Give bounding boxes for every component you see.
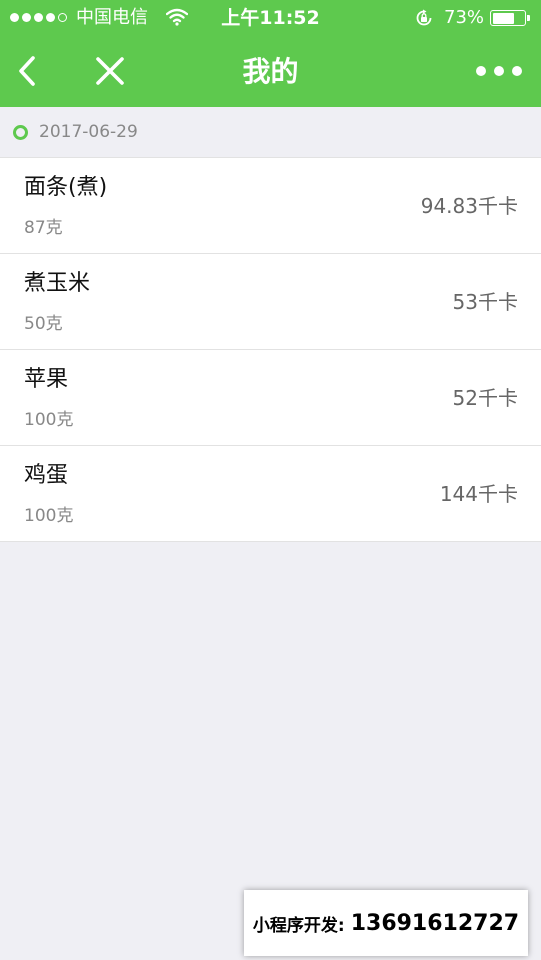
page-title: 我的 [242,55,299,88]
food-name: 苹果 [24,367,69,392]
food-calories: 52千卡 [452,386,518,410]
rotation-lock-icon [416,9,432,26]
food-list-item[interactable]: 面条(煮) 87克 94.83千卡 [0,158,541,254]
food-list-item[interactable]: 鸡蛋 100克 144千卡 [0,446,541,541]
battery-level-fill [492,12,515,24]
battery-icon [490,10,530,26]
date-marker-icon [13,125,28,140]
food-name: 面条(煮) [24,175,108,200]
food-weight: 50克 [24,314,63,334]
header: 中国电信 上午11:52 73% 我的 [0,0,541,107]
food-weight: 87克 [24,218,63,238]
banner-label: 小程序开发: [252,915,345,936]
food-name: 煮玉米 [24,271,91,296]
food-name: 鸡蛋 [24,463,69,488]
food-calories: 53千卡 [452,290,518,314]
date-label: 2017-06-29 [39,122,138,142]
food-weight: 100克 [24,506,74,526]
chevron-left-icon[interactable] [14,54,42,88]
battery-nub [527,15,530,21]
food-list-item[interactable]: 苹果 100克 52千卡 [0,350,541,446]
food-list-item[interactable]: 煮玉米 50克 53千卡 [0,254,541,350]
more-dot [476,66,486,76]
banner-phone-number: 13691612727 [350,910,520,936]
status-bar: 中国电信 上午11:52 73% [0,0,541,36]
battery-percentage: 73% [444,7,485,28]
more-dot [494,66,504,76]
developer-contact-banner: 小程序开发: 13691612727 [244,890,528,956]
more-dot [512,66,522,76]
more-dots-icon[interactable] [476,60,522,82]
food-weight: 100克 [24,410,74,430]
navigation-bar: 我的 [0,36,541,107]
food-calories: 144千卡 [439,482,518,506]
close-icon[interactable] [95,56,125,86]
food-calories: 94.83千卡 [420,194,518,218]
date-header: 2017-06-29 [0,107,541,157]
food-list: 面条(煮) 87克 94.83千卡 煮玉米 50克 53千卡 苹果 100克 5… [0,157,541,542]
